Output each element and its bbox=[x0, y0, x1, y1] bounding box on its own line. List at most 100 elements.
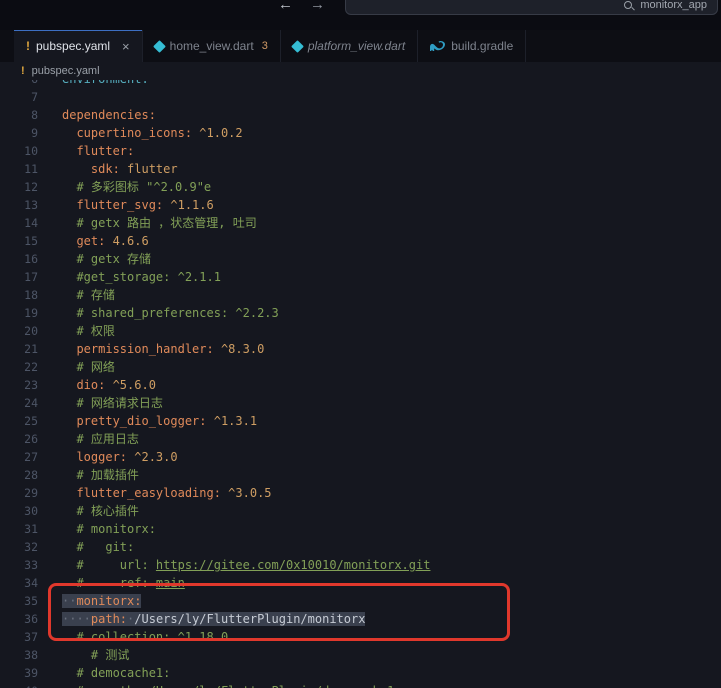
code-token: ^1.1.6 bbox=[163, 198, 214, 212]
code-token: # 加载插件 bbox=[62, 468, 139, 482]
code-line: 36 ····path:·/Users/ly/FlutterPlugin/moni… bbox=[0, 610, 721, 628]
code-text: dependencies: bbox=[62, 106, 156, 124]
code-line: 20 # 权限 bbox=[0, 322, 721, 340]
code-line: 34 # ref: main bbox=[0, 574, 721, 592]
code-text: flutter_svg: ^1.1.6 bbox=[62, 196, 214, 214]
code-line: 29 flutter_easyloading: ^3.0.5 bbox=[0, 484, 721, 502]
code-line: 14 # getx 路由 ，状态管理, 吐司 bbox=[0, 214, 721, 232]
code-line: 28 # 加载插件 bbox=[0, 466, 721, 484]
line-number: 37 bbox=[24, 630, 38, 644]
search-icon bbox=[624, 0, 634, 10]
line-number: 10 bbox=[24, 144, 38, 158]
tab-pubspec-yaml[interactable]: ! pubspec.yaml × bbox=[14, 30, 143, 62]
code-line: 7 bbox=[0, 88, 721, 106]
breadcrumb[interactable]: ! pubspec.yaml bbox=[0, 62, 721, 80]
code-token: # git: bbox=[62, 540, 135, 554]
code-text: ····path:·/Users/ly/FlutterPlugin/monito… bbox=[62, 610, 366, 628]
code-token: dependencies: bbox=[62, 108, 156, 122]
line-number: 34 bbox=[24, 576, 38, 590]
code-token: cupertino_icons: bbox=[62, 126, 193, 140]
code-token: dio: bbox=[62, 378, 106, 392]
line-number: 24 bbox=[24, 396, 38, 410]
code-token: ^5.6.0 bbox=[105, 378, 156, 392]
command-center-search[interactable]: monitorx_app bbox=[345, 0, 718, 15]
code-line: 22 # 网络 bbox=[0, 358, 721, 376]
tab-label: platform_view.dart bbox=[307, 39, 406, 53]
line-number: 15 bbox=[24, 234, 38, 248]
code-token: environment: bbox=[62, 80, 149, 86]
code-line: 27 logger: ^2.3.0 bbox=[0, 448, 721, 466]
tab-build-gradle[interactable]: build.gradle bbox=[418, 30, 527, 62]
code-text: # 多彩图标 "^2.0.9"e bbox=[62, 178, 211, 196]
code-line: 25 pretty_dio_logger: ^1.3.1 bbox=[0, 412, 721, 430]
close-icon[interactable]: × bbox=[122, 39, 130, 54]
line-number: 12 bbox=[24, 180, 38, 194]
line-number: 31 bbox=[24, 522, 38, 536]
code-line: 32 # git: bbox=[0, 538, 721, 556]
code-token: main bbox=[155, 576, 185, 590]
code-editor[interactable]: 6 environment: 7 8 dependencies: 9 cupertino_… bbox=[0, 80, 721, 688]
line-number: 16 bbox=[24, 252, 38, 266]
code-text: logger: ^2.3.0 bbox=[62, 448, 178, 466]
code-line: 11 sdk: flutter bbox=[0, 160, 721, 178]
line-number: 39 bbox=[24, 666, 38, 680]
line-number: 23 bbox=[24, 378, 38, 392]
code-line: 39 # democache1: bbox=[0, 664, 721, 682]
code-text: # shared_preferences: ^2.2.3 bbox=[62, 304, 278, 322]
code-token: # getx 存储 bbox=[62, 252, 152, 266]
line-number: 26 bbox=[24, 432, 38, 446]
code-line: 40 # path: /Users/ly/FlutterPlugin/democ… bbox=[0, 682, 721, 688]
code-text: pretty_dio_logger: ^1.3.1 bbox=[62, 412, 257, 430]
code-token: # monitorx: bbox=[62, 522, 156, 536]
code-line: 38 # 测试 bbox=[0, 646, 721, 664]
forward-arrow-icon[interactable]: → bbox=[310, 0, 325, 13]
line-number: 8 bbox=[31, 108, 38, 122]
code-text: cupertino_icons: ^1.0.2 bbox=[62, 124, 242, 142]
code-token: get: bbox=[62, 234, 106, 248]
line-number: 6 bbox=[0, 80, 38, 88]
code-text: # url: https://gitee.com/0x10010/monitor… bbox=[62, 556, 430, 574]
code-text: flutter_easyloading: ^3.0.5 bbox=[62, 484, 272, 502]
code-token: ^8.3.0 bbox=[213, 342, 265, 356]
code-line: 26 # 应用日志 bbox=[0, 430, 721, 448]
code-line: 24 # 网络请求日志 bbox=[0, 394, 721, 412]
code-text: # ref: main bbox=[62, 574, 185, 592]
code-token: ^3.0.5 bbox=[220, 486, 272, 500]
tab-platform-view-dart[interactable]: platform_view.dart bbox=[280, 30, 419, 62]
code-token: permission_handler: bbox=[62, 342, 214, 356]
code-line: 13 flutter_svg: ^1.1.6 bbox=[0, 196, 721, 214]
tab-bar: ! pubspec.yaml × home_view.dart 3 platfo… bbox=[0, 30, 721, 62]
dart-icon bbox=[290, 39, 304, 53]
warning-icon: ! bbox=[26, 39, 30, 53]
code-text: ··monitorx: bbox=[62, 592, 142, 610]
code-text: get: 4.6.6 bbox=[62, 232, 148, 250]
code-text: #get_storage: ^2.1.1 bbox=[62, 268, 221, 286]
back-arrow-icon[interactable]: ← bbox=[278, 0, 293, 13]
line-number: 28 bbox=[24, 468, 38, 482]
dart-icon bbox=[152, 39, 166, 53]
line-number: 9 bbox=[31, 126, 38, 140]
line-number: 29 bbox=[24, 486, 38, 500]
code-token: flutter bbox=[119, 162, 178, 176]
code-token: ^2.3.0 bbox=[127, 450, 178, 464]
code-text: flutter: bbox=[62, 142, 134, 160]
line-number: 18 bbox=[24, 288, 38, 302]
code-line: 16 # getx 存储 bbox=[0, 250, 721, 268]
tab-label: home_view.dart bbox=[169, 39, 254, 53]
code-token: logger: bbox=[62, 450, 128, 464]
line-number: 40 bbox=[0, 682, 38, 688]
code-token: monitorx: bbox=[76, 594, 142, 608]
code-line: 21 permission_handler: ^8.3.0 bbox=[0, 340, 721, 358]
code-token: # collection: ^1.18.0 bbox=[62, 630, 229, 644]
code-token: # 网络请求日志 bbox=[62, 396, 163, 410]
code-token: path: bbox=[90, 612, 128, 626]
code-token: ···· bbox=[62, 612, 91, 626]
code-token: ^1.3.1 bbox=[206, 414, 258, 428]
code-token: ·· bbox=[62, 594, 77, 608]
code-text: # 测试 bbox=[62, 646, 129, 664]
code-text: # getx 路由 ，状态管理, 吐司 bbox=[62, 214, 256, 232]
line-number: 11 bbox=[24, 162, 38, 176]
code-token: # 测试 bbox=[62, 648, 130, 662]
tab-home-view-dart[interactable]: home_view.dart 3 bbox=[142, 30, 281, 62]
code-line: 30 # 核心插件 bbox=[0, 502, 721, 520]
